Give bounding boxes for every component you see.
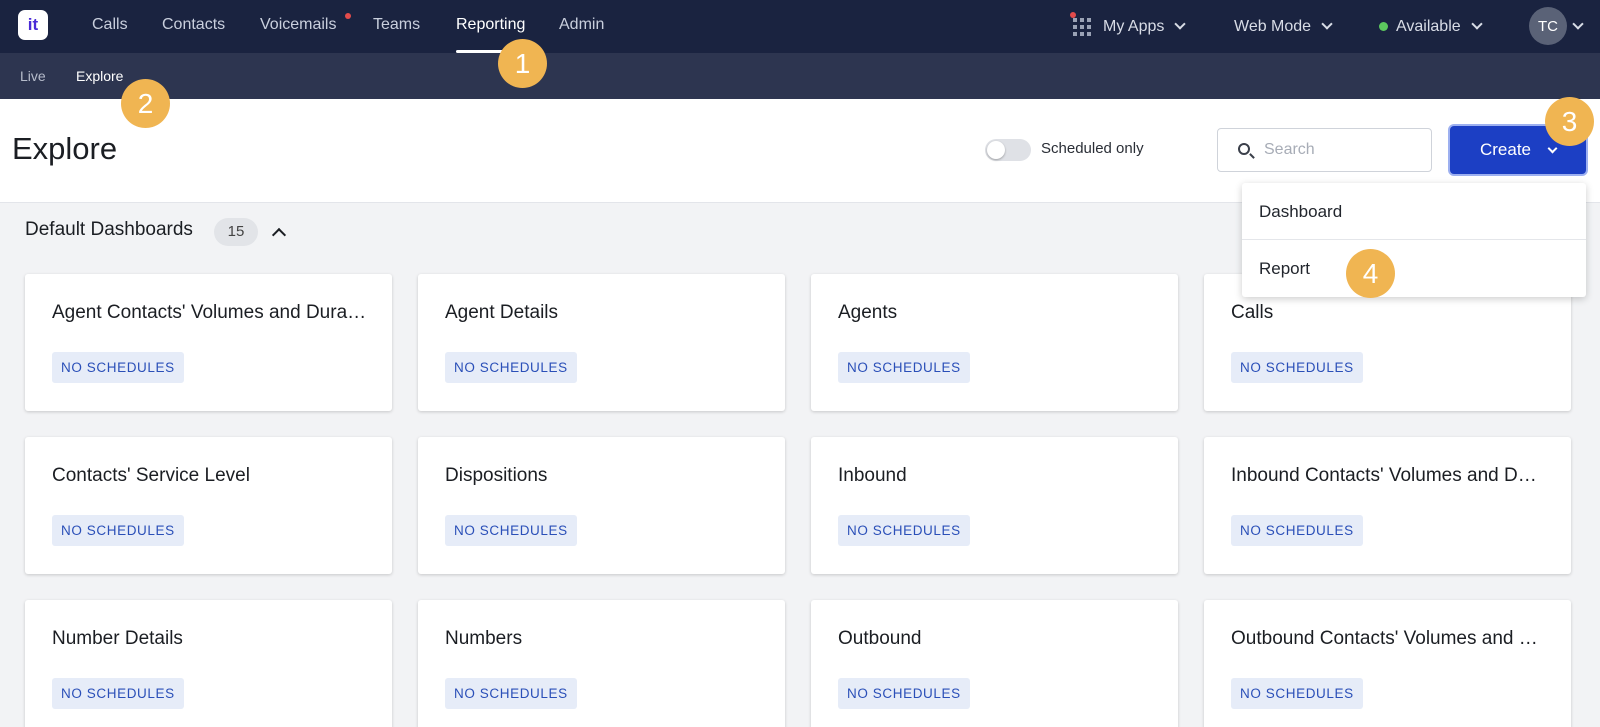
scheduled-only-label: Scheduled only [1041,140,1144,157]
card-title: Inbound Contacts' Volumes and Durations [1231,465,1546,486]
create-dropdown-menu: Dashboard Report [1242,183,1586,297]
schedule-badge: NO SCHEDULES [1231,678,1363,709]
chevron-down-icon [1321,18,1333,30]
web-mode-menu[interactable]: Web Mode [1234,0,1333,53]
search-input[interactable] [1264,139,1424,161]
schedule-badge: NO SCHEDULES [445,352,577,383]
card-title: Agent Contacts' Volumes and Durations [52,302,367,323]
nav-teams[interactable]: Teams [373,0,420,53]
schedule-badge: NO SCHEDULES [1231,515,1363,546]
search-icon [1238,143,1250,155]
dashboard-card[interactable]: Agent Details NO SCHEDULES [418,274,785,411]
chevron-down-icon [1547,143,1558,153]
dashboard-count-badge: 15 [214,218,258,246]
menu-item-report[interactable]: Report [1242,240,1586,297]
apps-notification-dot [1070,12,1076,18]
card-title: Dispositions [445,465,548,486]
dashboard-card[interactable]: Agents NO SCHEDULES [811,274,1178,411]
card-title: Outbound [838,628,922,649]
web-mode-label: Web Mode [1234,17,1312,35]
toggle-knob [987,141,1005,159]
step-callout-4: 4 [1346,249,1395,298]
my-apps-label: My Apps [1103,17,1165,35]
dashboard-card[interactable]: Number Details NO SCHEDULES [25,600,392,727]
dashboard-card[interactable]: Inbound Contacts' Volumes and Durations … [1204,437,1571,574]
subnav-live[interactable]: Live [20,53,46,99]
apps-grid-icon [1073,17,1091,36]
status-menu[interactable]: Available [1379,0,1483,53]
schedule-badge: NO SCHEDULES [445,515,577,546]
step-callout-2: 2 [121,79,170,128]
sub-navigation: Live Explore [0,53,1600,99]
chevron-up-icon[interactable] [271,227,287,243]
card-title: Calls [1231,302,1274,323]
scheduled-only-toggle[interactable] [985,139,1031,161]
subnav-explore[interactable]: Explore [76,53,123,99]
app-logo[interactable]: it [18,10,48,40]
card-title: Numbers [445,628,523,649]
nav-admin[interactable]: Admin [559,0,604,53]
schedule-badge: NO SCHEDULES [52,678,184,709]
dashboard-card[interactable]: Outbound NO SCHEDULES [811,600,1178,727]
card-title: Agents [838,302,898,323]
chevron-down-icon [1174,18,1187,30]
search-box[interactable] [1217,128,1432,172]
create-button-label: Create [1479,140,1532,159]
schedule-badge: NO SCHEDULES [445,678,577,709]
voicemail-notification-dot [345,13,351,19]
card-title: Inbound [838,465,907,486]
chevron-down-icon [1470,18,1483,30]
status-label: Available [1396,17,1461,35]
card-title: Agent Details [445,302,559,323]
dashboard-card[interactable]: Agent Contacts' Volumes and Durations NO… [25,274,392,411]
dashboard-card[interactable]: Outbound Contacts' Volumes and Durations… [1204,600,1571,727]
status-indicator-icon [1379,22,1388,31]
avatar[interactable]: TC [1529,7,1567,45]
card-title: Number Details [52,628,183,649]
avatar-chevron-down-icon[interactable] [1572,18,1584,30]
dashboard-card[interactable]: Dispositions NO SCHEDULES [418,437,785,574]
schedule-badge: NO SCHEDULES [838,352,970,383]
dashboard-card[interactable]: Contacts' Service Level NO SCHEDULES [25,437,392,574]
page-title: Explore [12,131,118,166]
nav-voicemails[interactable]: Voicemails [260,0,336,53]
my-apps-menu[interactable]: My Apps [1070,0,1187,53]
top-navigation: it Calls Contacts Voicemails Teams Repor… [0,0,1600,53]
section-title: Default Dashboards [25,219,193,240]
step-callout-3: 3 [1545,97,1594,146]
card-title: Contacts' Service Level [52,465,250,486]
step-callout-1: 1 [498,39,547,88]
menu-item-dashboard[interactable]: Dashboard [1242,183,1586,240]
schedule-badge: NO SCHEDULES [52,352,184,383]
dashboard-card[interactable]: Inbound NO SCHEDULES [811,437,1178,574]
card-title: Outbound Contacts' Volumes and Durations [1231,628,1546,649]
nav-calls[interactable]: Calls [92,0,128,53]
dashboard-card[interactable]: Numbers NO SCHEDULES [418,600,785,727]
schedule-badge: NO SCHEDULES [1231,352,1363,383]
schedule-badge: NO SCHEDULES [838,678,970,709]
schedule-badge: NO SCHEDULES [52,515,184,546]
schedule-badge: NO SCHEDULES [838,515,970,546]
nav-contacts[interactable]: Contacts [162,0,225,53]
